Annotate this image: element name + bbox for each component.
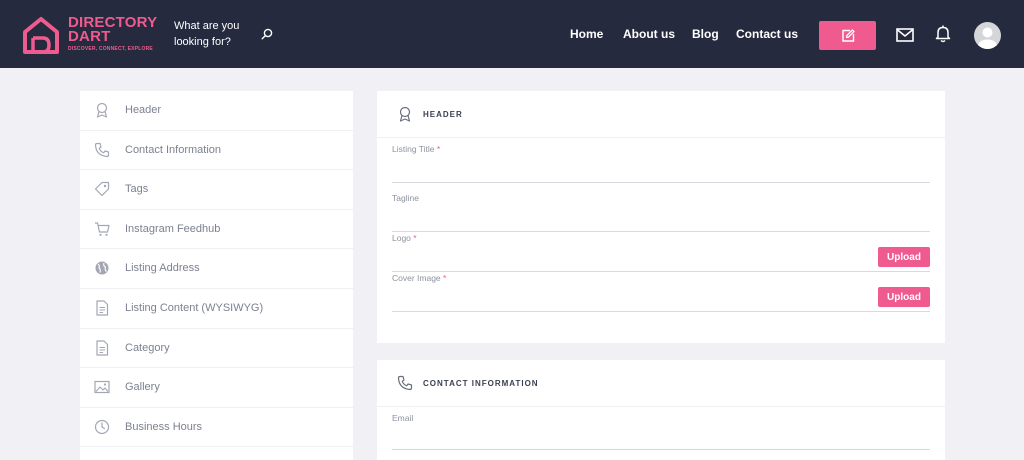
bell-icon[interactable] bbox=[935, 25, 951, 43]
header-section-title: HEADER bbox=[423, 110, 463, 119]
nav-link-blog[interactable]: Blog bbox=[692, 27, 719, 41]
cover-image-label: Cover Image * bbox=[392, 273, 446, 283]
logo-field: Logo * Upload bbox=[392, 233, 930, 272]
contact-section-title: CONTACT INFORMATION bbox=[423, 379, 539, 388]
header-section-card: HEADER Listing Title * Tagline Logo * Up… bbox=[377, 91, 945, 343]
header-section-heading: HEADER bbox=[377, 91, 945, 138]
brand-logo[interactable]: DIRECTORY DART DISCOVER, CONNECT, EXPLOR… bbox=[21, 15, 161, 55]
email-label: Email bbox=[392, 413, 414, 423]
logo-label-text: Logo bbox=[392, 233, 411, 243]
sidebar-item-instagram-feedhub[interactable]: Instagram Feedhub bbox=[80, 210, 353, 250]
sidebar-item-label: Listing Content (WYSIWYG) bbox=[125, 301, 264, 314]
logo-label: Logo * bbox=[392, 233, 417, 243]
sidebar-item-listing-content[interactable]: Listing Content (WYSIWYG) bbox=[80, 289, 353, 329]
image-icon bbox=[94, 381, 110, 394]
mail-icon[interactable] bbox=[896, 28, 914, 42]
user-avatar[interactable] bbox=[974, 22, 1001, 49]
contact-section-heading: CONTACT INFORMATION bbox=[377, 360, 945, 407]
sidebar-item-label: Instagram Feedhub bbox=[125, 222, 221, 235]
phone-icon bbox=[397, 375, 413, 391]
required-marker: * bbox=[413, 233, 417, 243]
sidebar-item-label: Category bbox=[125, 341, 170, 354]
user-icon bbox=[977, 27, 998, 49]
search-prompt[interactable]: What are you looking for? bbox=[174, 18, 254, 50]
document-icon bbox=[96, 300, 109, 316]
sidebar-item-label: Listing Address bbox=[125, 262, 200, 275]
sidebar-item-listing-address[interactable]: Listing Address bbox=[80, 249, 353, 289]
sidebar-item-header[interactable]: Header bbox=[80, 91, 353, 131]
sidebar-item-gallery[interactable]: Gallery bbox=[80, 368, 353, 408]
sidebar-item-label: Header bbox=[125, 104, 162, 116]
cover-image-upload-button[interactable]: Upload bbox=[878, 287, 930, 307]
brand-title: DIRECTORY DART bbox=[68, 15, 168, 45]
sidebar-item-category[interactable]: Category bbox=[80, 329, 353, 369]
document-icon bbox=[96, 339, 109, 356]
tagline-field[interactable]: Tagline bbox=[392, 193, 930, 232]
tagline-label: Tagline bbox=[392, 193, 419, 203]
listing-title-label-text: Listing Title bbox=[392, 144, 435, 154]
award-icon bbox=[399, 106, 411, 122]
phone-icon bbox=[94, 142, 110, 157]
cover-image-field: Cover Image * Upload bbox=[392, 273, 930, 312]
logo-upload-button[interactable]: Upload bbox=[878, 247, 930, 267]
top-navigation-bar: DIRECTORY DART DISCOVER, CONNECT, EXPLOR… bbox=[0, 0, 1024, 68]
nav-link-contact-us[interactable]: Contact us bbox=[736, 27, 798, 41]
sidebar-item-label: Gallery bbox=[125, 381, 160, 394]
clock-icon bbox=[94, 419, 110, 434]
house-logo-icon bbox=[23, 17, 59, 54]
sidebar-item-label: Contact Information bbox=[125, 143, 221, 156]
sidebar-item-business-hours[interactable]: Business Hours bbox=[80, 408, 353, 448]
cover-image-label-text: Cover Image bbox=[392, 273, 441, 283]
required-marker: * bbox=[443, 273, 447, 283]
brand-title-line2: DART bbox=[68, 28, 111, 45]
edit-icon bbox=[841, 28, 855, 42]
globe-icon bbox=[95, 261, 109, 275]
contact-information-card: CONTACT INFORMATION Email bbox=[377, 360, 945, 460]
cart-icon bbox=[95, 222, 110, 236]
brand-tagline: DISCOVER, CONNECT, EXPLORE bbox=[68, 46, 153, 52]
sidebar-item-tags[interactable]: Tags bbox=[80, 170, 353, 210]
required-marker: * bbox=[436, 144, 441, 154]
sidebar-item-label: Business Hours bbox=[125, 420, 203, 433]
listing-title-label: Listing Title * bbox=[392, 144, 440, 154]
listing-title-field[interactable]: Listing Title * bbox=[392, 144, 930, 183]
award-icon bbox=[96, 102, 108, 118]
search-icon[interactable] bbox=[261, 28, 273, 40]
sidebar-item-label: Tags bbox=[125, 183, 149, 196]
sidebar-item-contact-information[interactable]: Contact Information bbox=[80, 131, 353, 171]
nav-link-about-us[interactable]: About us bbox=[623, 27, 675, 41]
tag-icon bbox=[94, 182, 110, 197]
email-field[interactable]: Email bbox=[392, 413, 930, 450]
add-listing-button[interactable] bbox=[819, 21, 876, 50]
section-sidebar: Header Contact Information Tags Instagra… bbox=[80, 91, 353, 460]
nav-link-home[interactable]: Home bbox=[570, 27, 603, 41]
